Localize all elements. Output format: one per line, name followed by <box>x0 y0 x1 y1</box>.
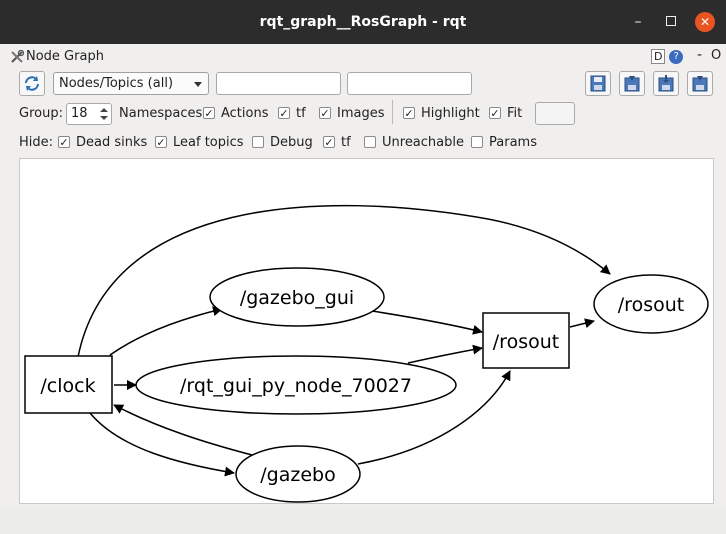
node-rosout-topic-label: /rosout <box>493 331 559 353</box>
images-checkbox[interactable]: ✓ <box>319 107 331 119</box>
edge-gazebo-gui-rosout <box>371 310 483 335</box>
dead-sinks-checkbox[interactable]: ✓ <box>58 136 70 148</box>
actions-label: Actions <box>221 106 269 121</box>
window-title: rqt_graph__RosGraph - rqt <box>259 14 467 30</box>
group-label: Group: <box>19 106 63 121</box>
close-button[interactable]: ✕ <box>695 12 715 32</box>
edge-clock-gazebo-gui <box>109 306 223 356</box>
export-image-button[interactable] <box>653 71 679 96</box>
node-filter-input[interactable] <box>216 72 341 95</box>
debug-toggle[interactable]: D <box>651 49 666 64</box>
leaf-topics-label: Leaf topics <box>173 135 244 150</box>
images-label: Images <box>337 106 385 121</box>
minimize-button[interactable]: – <box>628 12 648 32</box>
debug-label: Debug <box>270 135 313 150</box>
load-icon <box>624 76 640 92</box>
help-controls[interactable]: D ? <box>651 49 684 64</box>
plugin-title: Node Graph <box>26 49 104 64</box>
graph-mode-value: Nodes/Topics (all) <box>59 76 174 91</box>
options-divider <box>392 100 393 124</box>
dead-sinks-label: Dead sinks <box>76 135 148 150</box>
highlight-checkbox[interactable]: ✓ <box>403 107 415 119</box>
edge-clock-gazebo <box>89 412 235 477</box>
refresh-button[interactable] <box>19 71 45 96</box>
node-gazebo-gui-label: /gazebo_gui <box>240 287 354 309</box>
hide-label: Hide: <box>19 135 54 150</box>
save-icon <box>590 75 606 92</box>
edge-rqt-rosout <box>407 344 483 364</box>
fit-checkbox[interactable]: ✓ <box>489 107 501 119</box>
tf-label: tf <box>296 106 306 121</box>
actions-checkbox[interactable]: ✓ <box>203 107 215 119</box>
refresh-icon <box>25 76 39 91</box>
unreachable-label: Unreachable <box>382 135 464 150</box>
graph-svg[interactable]: /clock /gazebo_gui /rqt_gui_py_node_7002… <box>20 159 713 503</box>
graph-mode-select[interactable]: Nodes/Topics (all) <box>53 72 209 95</box>
load-dot-button[interactable] <box>619 71 645 96</box>
save-dot-button[interactable] <box>585 71 611 96</box>
hide-tf-checkbox[interactable]: ✓ <box>323 136 335 148</box>
export-svg-button[interactable] <box>687 71 713 96</box>
hide-plugin-button[interactable]: - <box>697 47 702 63</box>
hide-tf-label: tf <box>341 135 351 150</box>
export-icon <box>658 75 674 92</box>
edge-gazebo-clock <box>113 404 253 456</box>
params-checkbox[interactable] <box>471 136 483 148</box>
highlight-label: Highlight <box>421 106 480 121</box>
node-rosout-label: /rosout <box>618 294 684 316</box>
graph-canvas[interactable]: /clock /gazebo_gui /rqt_gui_py_node_7002… <box>19 158 714 504</box>
maximize-icon <box>666 15 676 26</box>
plugin-header: Node Graph D ? - O <box>0 44 726 70</box>
debug-checkbox[interactable] <box>252 136 264 148</box>
edge-rosout-rosout <box>569 318 595 329</box>
spin-up-icon[interactable] <box>100 108 108 112</box>
group-value: 18 <box>71 106 88 121</box>
export-svg-icon <box>692 76 708 92</box>
unreachable-checkbox[interactable] <box>364 136 376 148</box>
maximize-button[interactable] <box>661 12 681 32</box>
fit-in-view-button[interactable] <box>535 102 575 125</box>
topic-filter-input[interactable] <box>347 72 472 95</box>
params-label: Params <box>489 135 537 150</box>
fit-label: Fit <box>507 106 523 121</box>
node-gazebo-label: /gazebo <box>260 464 335 486</box>
tf-checkbox[interactable]: ✓ <box>278 107 290 119</box>
spin-down-icon[interactable] <box>100 116 108 120</box>
node-clock-label: /clock <box>40 375 95 397</box>
window-titlebar: rqt_graph__RosGraph - rqt – ✕ <box>0 0 726 44</box>
chevron-down-icon <box>194 82 202 87</box>
close-plugin-button[interactable]: O <box>711 48 721 63</box>
help-icon[interactable]: ? <box>669 49 684 64</box>
namespaces-label: Namespaces <box>119 106 203 121</box>
node-rqt-gui-label: /rqt_gui_py_node_70027 <box>180 375 412 397</box>
tools-icon <box>11 50 24 63</box>
leaf-topics-checkbox[interactable]: ✓ <box>155 136 167 148</box>
group-spinbox[interactable]: 18 <box>66 103 112 125</box>
status-strip <box>0 508 726 534</box>
